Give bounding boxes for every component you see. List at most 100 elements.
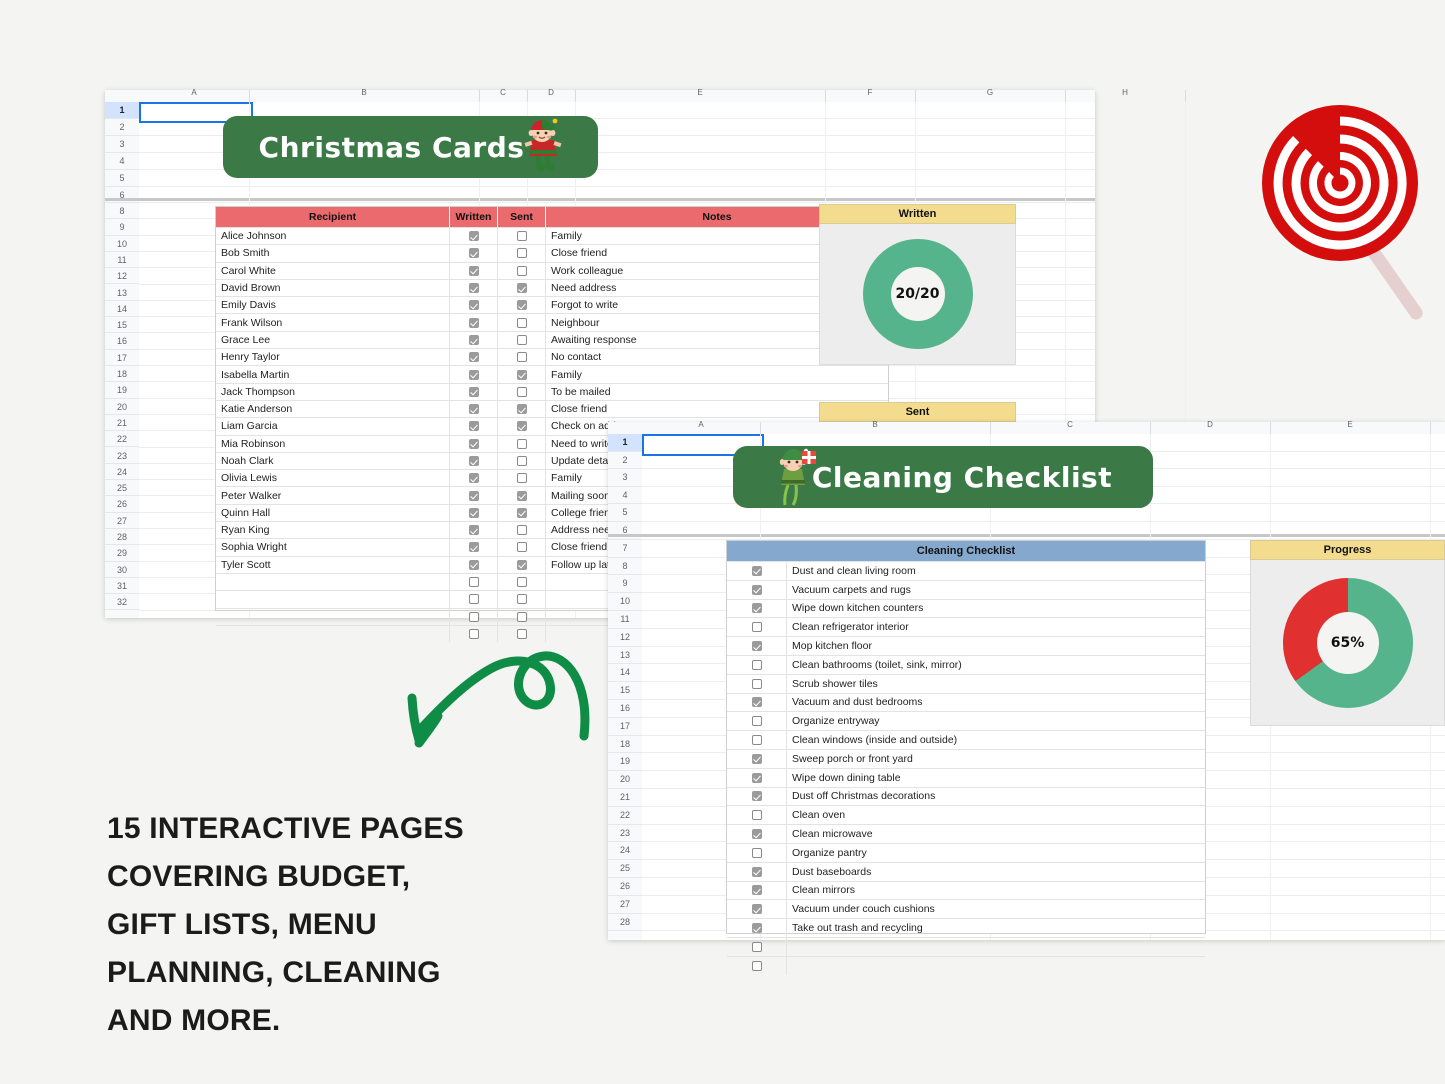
row-number[interactable]: 4 (608, 487, 642, 505)
column-letter[interactable]: E (1347, 420, 1352, 429)
cell-written[interactable] (450, 608, 498, 625)
row-number[interactable]: 26 (608, 878, 642, 896)
sent-checkbox[interactable] (516, 525, 527, 536)
column-divider[interactable] (990, 422, 991, 434)
row-number-gutter[interactable]: 1 2 3 4 5 6 8 9 10 11 12 13 14 15 16 17 18 19 20 21 22 23 24 25… (105, 102, 140, 618)
row-number[interactable]: 31 (105, 578, 139, 595)
sent-checkbox[interactable] (516, 594, 527, 605)
row-number[interactable]: 18 (105, 366, 139, 383)
column-letter[interactable]: D (548, 88, 554, 97)
cell-done[interactable] (727, 580, 787, 599)
cleaning-checklist-table[interactable]: Cleaning Checklist Dust and clean living… (726, 540, 1206, 975)
table-row[interactable]: Organize entryway (727, 711, 1205, 731)
cell-written[interactable] (450, 331, 498, 349)
cell-written[interactable] (450, 418, 498, 435)
row-number[interactable]: 13 (608, 647, 642, 665)
row-number[interactable]: 30 (105, 562, 139, 578)
task-checkbox[interactable] (751, 847, 762, 858)
sent-checkbox[interactable] (516, 386, 527, 397)
cell-written[interactable] (450, 262, 498, 279)
column-letter[interactable]: B (361, 88, 366, 97)
cell-written[interactable] (450, 452, 498, 470)
row-number[interactable]: 12 (608, 629, 642, 647)
task-checkbox[interactable] (751, 716, 762, 727)
table-row[interactable]: Clean mirrors (727, 880, 1205, 900)
task-checkbox[interactable] (751, 641, 762, 652)
task-checkbox[interactable] (751, 885, 762, 896)
cell-sent[interactable] (498, 366, 546, 383)
row-number[interactable]: 2 (608, 452, 642, 470)
table-row[interactable]: Carol White Work colleague (216, 261, 888, 279)
cell-done[interactable] (727, 674, 787, 693)
sent-checkbox[interactable] (516, 352, 527, 363)
column-letter[interactable]: F (868, 88, 873, 97)
table-row[interactable]: Mop kitchen floor (727, 636, 1205, 655)
cell-done[interactable] (727, 562, 787, 580)
column-divider[interactable] (915, 90, 916, 102)
written-checkbox[interactable] (468, 352, 479, 363)
written-checkbox[interactable] (468, 248, 479, 259)
column-letter[interactable]: E (697, 88, 702, 97)
cell-sent[interactable] (498, 470, 546, 487)
cell-done[interactable] (727, 712, 787, 731)
task-checkbox[interactable] (751, 584, 762, 595)
row-number[interactable]: 18 (608, 736, 642, 754)
table-row[interactable]: Frank Wilson Neighbour (216, 313, 888, 331)
table-row[interactable]: Alice Johnson Family (216, 227, 888, 245)
table-row[interactable]: Dust and clean living room (727, 561, 1205, 580)
cell-done[interactable] (727, 919, 787, 937)
sent-checkbox[interactable] (516, 473, 527, 484)
table-row[interactable]: Wipe down dining table (727, 767, 1205, 787)
table-row[interactable]: Emily Davis Forgot to write (216, 296, 888, 314)
table-row[interactable]: Take out trash and recycling (727, 918, 1205, 937)
task-checkbox[interactable] (751, 810, 762, 821)
row-number[interactable]: 26 (105, 496, 139, 513)
column-letter[interactable]: H (1122, 88, 1128, 97)
task-checkbox[interactable] (751, 866, 762, 877)
row-number[interactable]: 21 (105, 415, 139, 432)
task-checkbox[interactable] (751, 697, 762, 708)
row-number[interactable]: 16 (608, 700, 642, 718)
cell-sent[interactable] (498, 228, 546, 245)
cell-done[interactable] (727, 768, 787, 787)
cell-done[interactable] (727, 900, 787, 919)
sent-checkbox[interactable] (516, 611, 527, 622)
row-number[interactable]: 14 (105, 301, 139, 318)
task-checkbox[interactable] (751, 923, 762, 934)
row-number[interactable]: 8 (105, 203, 139, 220)
cell-written[interactable] (450, 573, 498, 591)
column-divider[interactable] (479, 90, 480, 102)
row-number[interactable]: 5 (105, 170, 139, 187)
cell-sent[interactable] (498, 418, 546, 435)
column-divider[interactable] (760, 422, 761, 434)
task-checkbox[interactable] (751, 960, 762, 971)
cell-sent[interactable] (498, 383, 546, 400)
row-number[interactable]: 22 (105, 431, 139, 448)
cell-done[interactable] (727, 862, 787, 881)
cell-sent[interactable] (498, 504, 546, 522)
cell-done[interactable] (727, 825, 787, 843)
row-number[interactable]: 19 (608, 753, 642, 772)
cell-sent[interactable] (498, 349, 546, 366)
table-row[interactable]: Wipe down kitchen counters (727, 598, 1205, 618)
row-number[interactable]: 22 (608, 807, 642, 825)
column-letter[interactable]: A (698, 420, 703, 429)
sent-checkbox[interactable] (516, 490, 527, 501)
row-number[interactable]: 11 (105, 252, 139, 269)
sent-checkbox[interactable] (516, 542, 527, 553)
written-checkbox[interactable] (468, 386, 479, 397)
sent-checkbox[interactable] (516, 421, 527, 432)
cell-done[interactable] (727, 787, 787, 806)
row-number[interactable]: 3 (105, 136, 139, 153)
row-number[interactable]: 11 (608, 611, 642, 629)
written-checkbox[interactable] (468, 473, 479, 484)
sent-checkbox[interactable] (516, 265, 527, 276)
row-number[interactable]: 15 (608, 682, 642, 700)
column-divider[interactable] (575, 90, 576, 102)
sent-checkbox[interactable] (516, 300, 527, 311)
row-number[interactable]: 1 (608, 434, 642, 452)
cell-written[interactable] (450, 504, 498, 522)
table-row[interactable]: Scrub shower tiles (727, 673, 1205, 693)
column-divider[interactable] (249, 90, 250, 102)
sent-checkbox[interactable] (516, 231, 527, 242)
